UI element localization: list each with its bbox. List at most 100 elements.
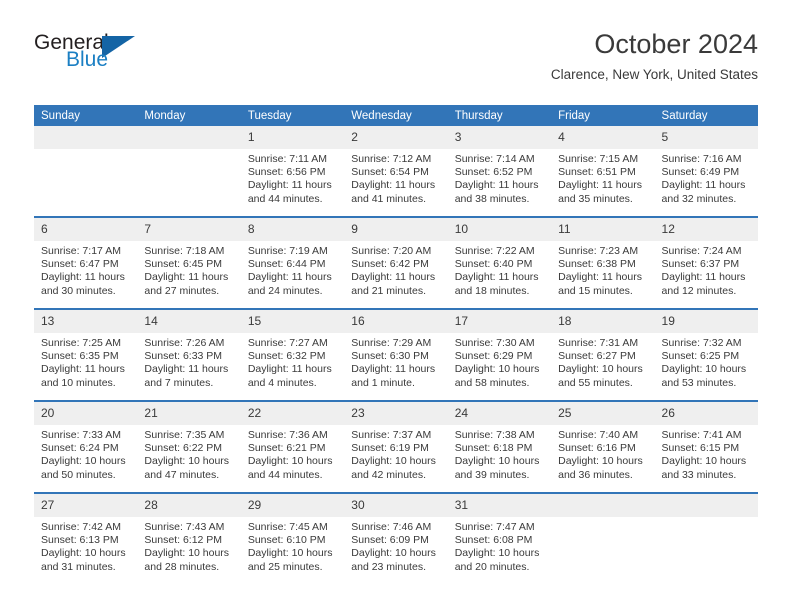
calendar-day-cell[interactable]: 14 Sunrise: 7:26 AM Sunset: 6:33 PM Dayligh… [137,308,241,401]
general-blue-logo[interactable]: General Blue [34,32,144,80]
calendar-day-cell[interactable]: 28 Sunrise: 7:43 AM Sunset: 6:12 PM Dayligh… [137,492,241,584]
sunrise-text: Sunrise: 7:31 AM [558,337,639,349]
calendar-day-cell[interactable]: 19 Sunrise: 7:32 AM Sunset: 6:25 PM Dayligh… [654,308,758,401]
daylight-text-line2: and 30 minutes. [41,284,116,297]
daylight-text-line1: Daylight: 10 hours [454,363,540,376]
daylight-text-line1: Daylight: 10 hours [41,455,126,468]
daylight-text-line1: Daylight: 11 hours [41,363,125,376]
day-sun-info: Sunrise: 7:38 AM Sunset: 6:18 PM Daylight:… [448,425,551,482]
calendar-day-cell[interactable]: 7 Sunrise: 7:18 AM Sunset: 6:45 PM Daylight… [137,216,241,309]
sunset-text: Sunset: 6:09 PM [351,534,429,547]
sunrise-text: Sunrise: 7:43 AM [144,521,225,533]
day-sun-info: Sunrise: 7:45 AM Sunset: 6:10 PM Daylight:… [241,517,344,574]
daylight-text-line1: Daylight: 11 hours [454,179,539,192]
sunrise-text: Sunrise: 7:45 AM [247,521,328,533]
day-number: 7 [137,218,241,241]
calendar-day-cell[interactable]: 2 Sunrise: 7:12 AM Sunset: 6:54 PM Daylight… [344,126,448,217]
daylight-text-line1: Daylight: 11 hours [144,271,229,284]
day-number: 17 [447,310,552,333]
calendar-day-cell[interactable]: 9 Sunrise: 7:20 AM Sunset: 6:42 PM Daylight… [344,216,448,309]
calendar-day-cell[interactable]: 3 Sunrise: 7:14 AM Sunset: 6:52 PM Daylight… [447,126,552,217]
sunset-text: Sunset: 6:42 PM [351,258,429,271]
sunset-text: Sunset: 6:40 PM [454,258,533,271]
daylight-text-line1: Daylight: 10 hours [454,455,540,468]
daylight-text-line1: Daylight: 11 hours [661,271,746,284]
calendar-day-cell[interactable]: 4 Sunrise: 7:15 AM Sunset: 6:51 PM Daylight… [551,126,655,217]
day-number: 13 [34,310,138,333]
sunset-text: Sunset: 6:54 PM [351,166,429,179]
sunset-text: Sunset: 6:13 PM [41,534,119,547]
calendar-day-cell[interactable]: 25 Sunrise: 7:40 AM Sunset: 6:16 PM Dayligh… [551,400,655,493]
sunset-text: Sunset: 6:10 PM [247,534,326,547]
sunset-text: Sunset: 6:37 PM [661,258,740,271]
sunrise-text: Sunrise: 7:26 AM [144,337,225,349]
daylight-text-line1: Daylight: 11 hours [41,271,125,284]
calendar-day-cell[interactable]: 22 Sunrise: 7:36 AM Sunset: 6:21 PM Dayligh… [240,400,345,493]
calendar-day-cell[interactable]: 8 Sunrise: 7:19 AM Sunset: 6:44 PM Daylight… [240,216,345,309]
calendar-day-cell[interactable]: 30 Sunrise: 7:46 AM Sunset: 6:09 PM Dayligh… [344,492,448,584]
daylight-text-line1: Daylight: 11 hours [247,271,332,284]
day-number [551,494,655,517]
sunset-text: Sunset: 6:24 PM [41,442,119,455]
daylight-text-line2: and 44 minutes. [247,468,323,481]
calendar-day-cell[interactable]: 13 Sunrise: 7:25 AM Sunset: 6:35 PM Dayligh… [34,308,138,401]
sunrise-text: Sunrise: 7:29 AM [351,337,432,349]
day-sun-info: Sunrise: 7:27 AM Sunset: 6:32 PM Daylight:… [241,333,344,390]
day-number: 16 [344,310,448,333]
sunset-text: Sunset: 6:35 PM [41,350,119,363]
calendar-day-cell[interactable]: 5 Sunrise: 7:16 AM Sunset: 6:49 PM Daylight… [654,126,758,217]
daylight-text-line1: Daylight: 10 hours [351,547,436,560]
day-sun-info: Sunrise: 7:40 AM Sunset: 6:16 PM Daylight:… [551,425,654,482]
daylight-text-line2: and 18 minutes. [454,284,530,297]
calendar-day-cell[interactable]: 21 Sunrise: 7:35 AM Sunset: 6:22 PM Dayligh… [137,400,241,493]
calendar-day-cell[interactable]: 20 Sunrise: 7:33 AM Sunset: 6:24 PM Dayligh… [34,400,138,493]
day-sun-info: Sunrise: 7:32 AM Sunset: 6:25 PM Daylight:… [655,333,758,390]
daylight-text-line2: and 47 minutes. [144,468,220,481]
calendar-day-cell[interactable]: 10 Sunrise: 7:22 AM Sunset: 6:40 PM Dayligh… [447,216,552,309]
daylight-text-line1: Daylight: 11 hours [351,363,436,376]
calendar-day-cell[interactable]: 12 Sunrise: 7:24 AM Sunset: 6:37 PM Dayligh… [654,216,758,309]
sunset-text: Sunset: 6:33 PM [144,350,223,363]
calendar-day-cell[interactable]: 27 Sunrise: 7:42 AM Sunset: 6:13 PM Dayligh… [34,492,138,584]
calendar-day-cell[interactable]: 18 Sunrise: 7:31 AM Sunset: 6:27 PM Dayligh… [551,308,655,401]
daylight-text-line2: and 58 minutes. [454,376,530,389]
daylight-text-line2: and 23 minutes. [351,560,426,573]
calendar-day-cell[interactable]: 23 Sunrise: 7:37 AM Sunset: 6:19 PM Dayligh… [344,400,448,493]
calendar-day-cell[interactable]: 24 Sunrise: 7:38 AM Sunset: 6:18 PM Dayligh… [447,400,552,493]
weekday-header-friday: Friday [551,105,655,126]
daylight-text-line1: Daylight: 11 hours [351,179,436,192]
daylight-text-line2: and 24 minutes. [247,284,323,297]
day-sun-info: Sunrise: 7:15 AM Sunset: 6:51 PM Daylight:… [551,149,654,206]
daylight-text-line1: Daylight: 10 hours [661,363,747,376]
calendar-day-cell[interactable]: 11 Sunrise: 7:23 AM Sunset: 6:38 PM Dayligh… [551,216,655,309]
sunrise-text: Sunrise: 7:33 AM [41,429,121,441]
daylight-text-line1: Daylight: 11 hours [454,271,539,284]
calendar-day-cell[interactable]: 16 Sunrise: 7:29 AM Sunset: 6:30 PM Dayligh… [344,308,448,401]
calendar-day-cell[interactable]: 26 Sunrise: 7:41 AM Sunset: 6:15 PM Dayligh… [654,400,758,493]
daylight-text-line1: Daylight: 10 hours [144,455,230,468]
daylight-text-line2: and 41 minutes. [351,192,426,205]
day-number: 23 [344,402,448,425]
calendar-day-cell[interactable]: 15 Sunrise: 7:27 AM Sunset: 6:32 PM Dayligh… [240,308,345,401]
day-number: 9 [344,218,448,241]
sunrise-text: Sunrise: 7:19 AM [247,245,328,257]
calendar-day-cell[interactable]: 29 Sunrise: 7:45 AM Sunset: 6:10 PM Dayligh… [240,492,345,584]
calendar-day-cell[interactable]: 1 Sunrise: 7:11 AM Sunset: 6:56 PM Daylight… [240,126,345,217]
calendar-week-row: 13 Sunrise: 7:25 AM Sunset: 6:35 PM Dayligh… [34,308,758,401]
calendar-day-cell[interactable]: 6 Sunrise: 7:17 AM Sunset: 6:47 PM Daylight… [34,216,138,309]
daylight-text-line1: Daylight: 10 hours [351,455,436,468]
sunset-text: Sunset: 6:44 PM [247,258,326,271]
sunset-text: Sunset: 6:25 PM [661,350,740,363]
daylight-text-line2: and 44 minutes. [247,192,323,205]
day-sun-info: Sunrise: 7:23 AM Sunset: 6:38 PM Daylight:… [551,241,654,298]
logo-text-blue: Blue [66,48,109,71]
calendar-day-cell[interactable]: 17 Sunrise: 7:30 AM Sunset: 6:29 PM Dayligh… [447,308,552,401]
sunrise-text: Sunrise: 7:18 AM [144,245,225,257]
calendar-day-cell-empty [34,126,138,217]
sunrise-text: Sunrise: 7:20 AM [351,245,432,257]
daylight-text-line2: and 35 minutes. [558,192,633,205]
day-number: 27 [34,494,138,517]
calendar-day-cell[interactable]: 31 Sunrise: 7:47 AM Sunset: 6:08 PM Dayligh… [447,492,552,584]
day-number: 3 [447,126,552,149]
daylight-text-line2: and 10 minutes. [41,376,116,389]
